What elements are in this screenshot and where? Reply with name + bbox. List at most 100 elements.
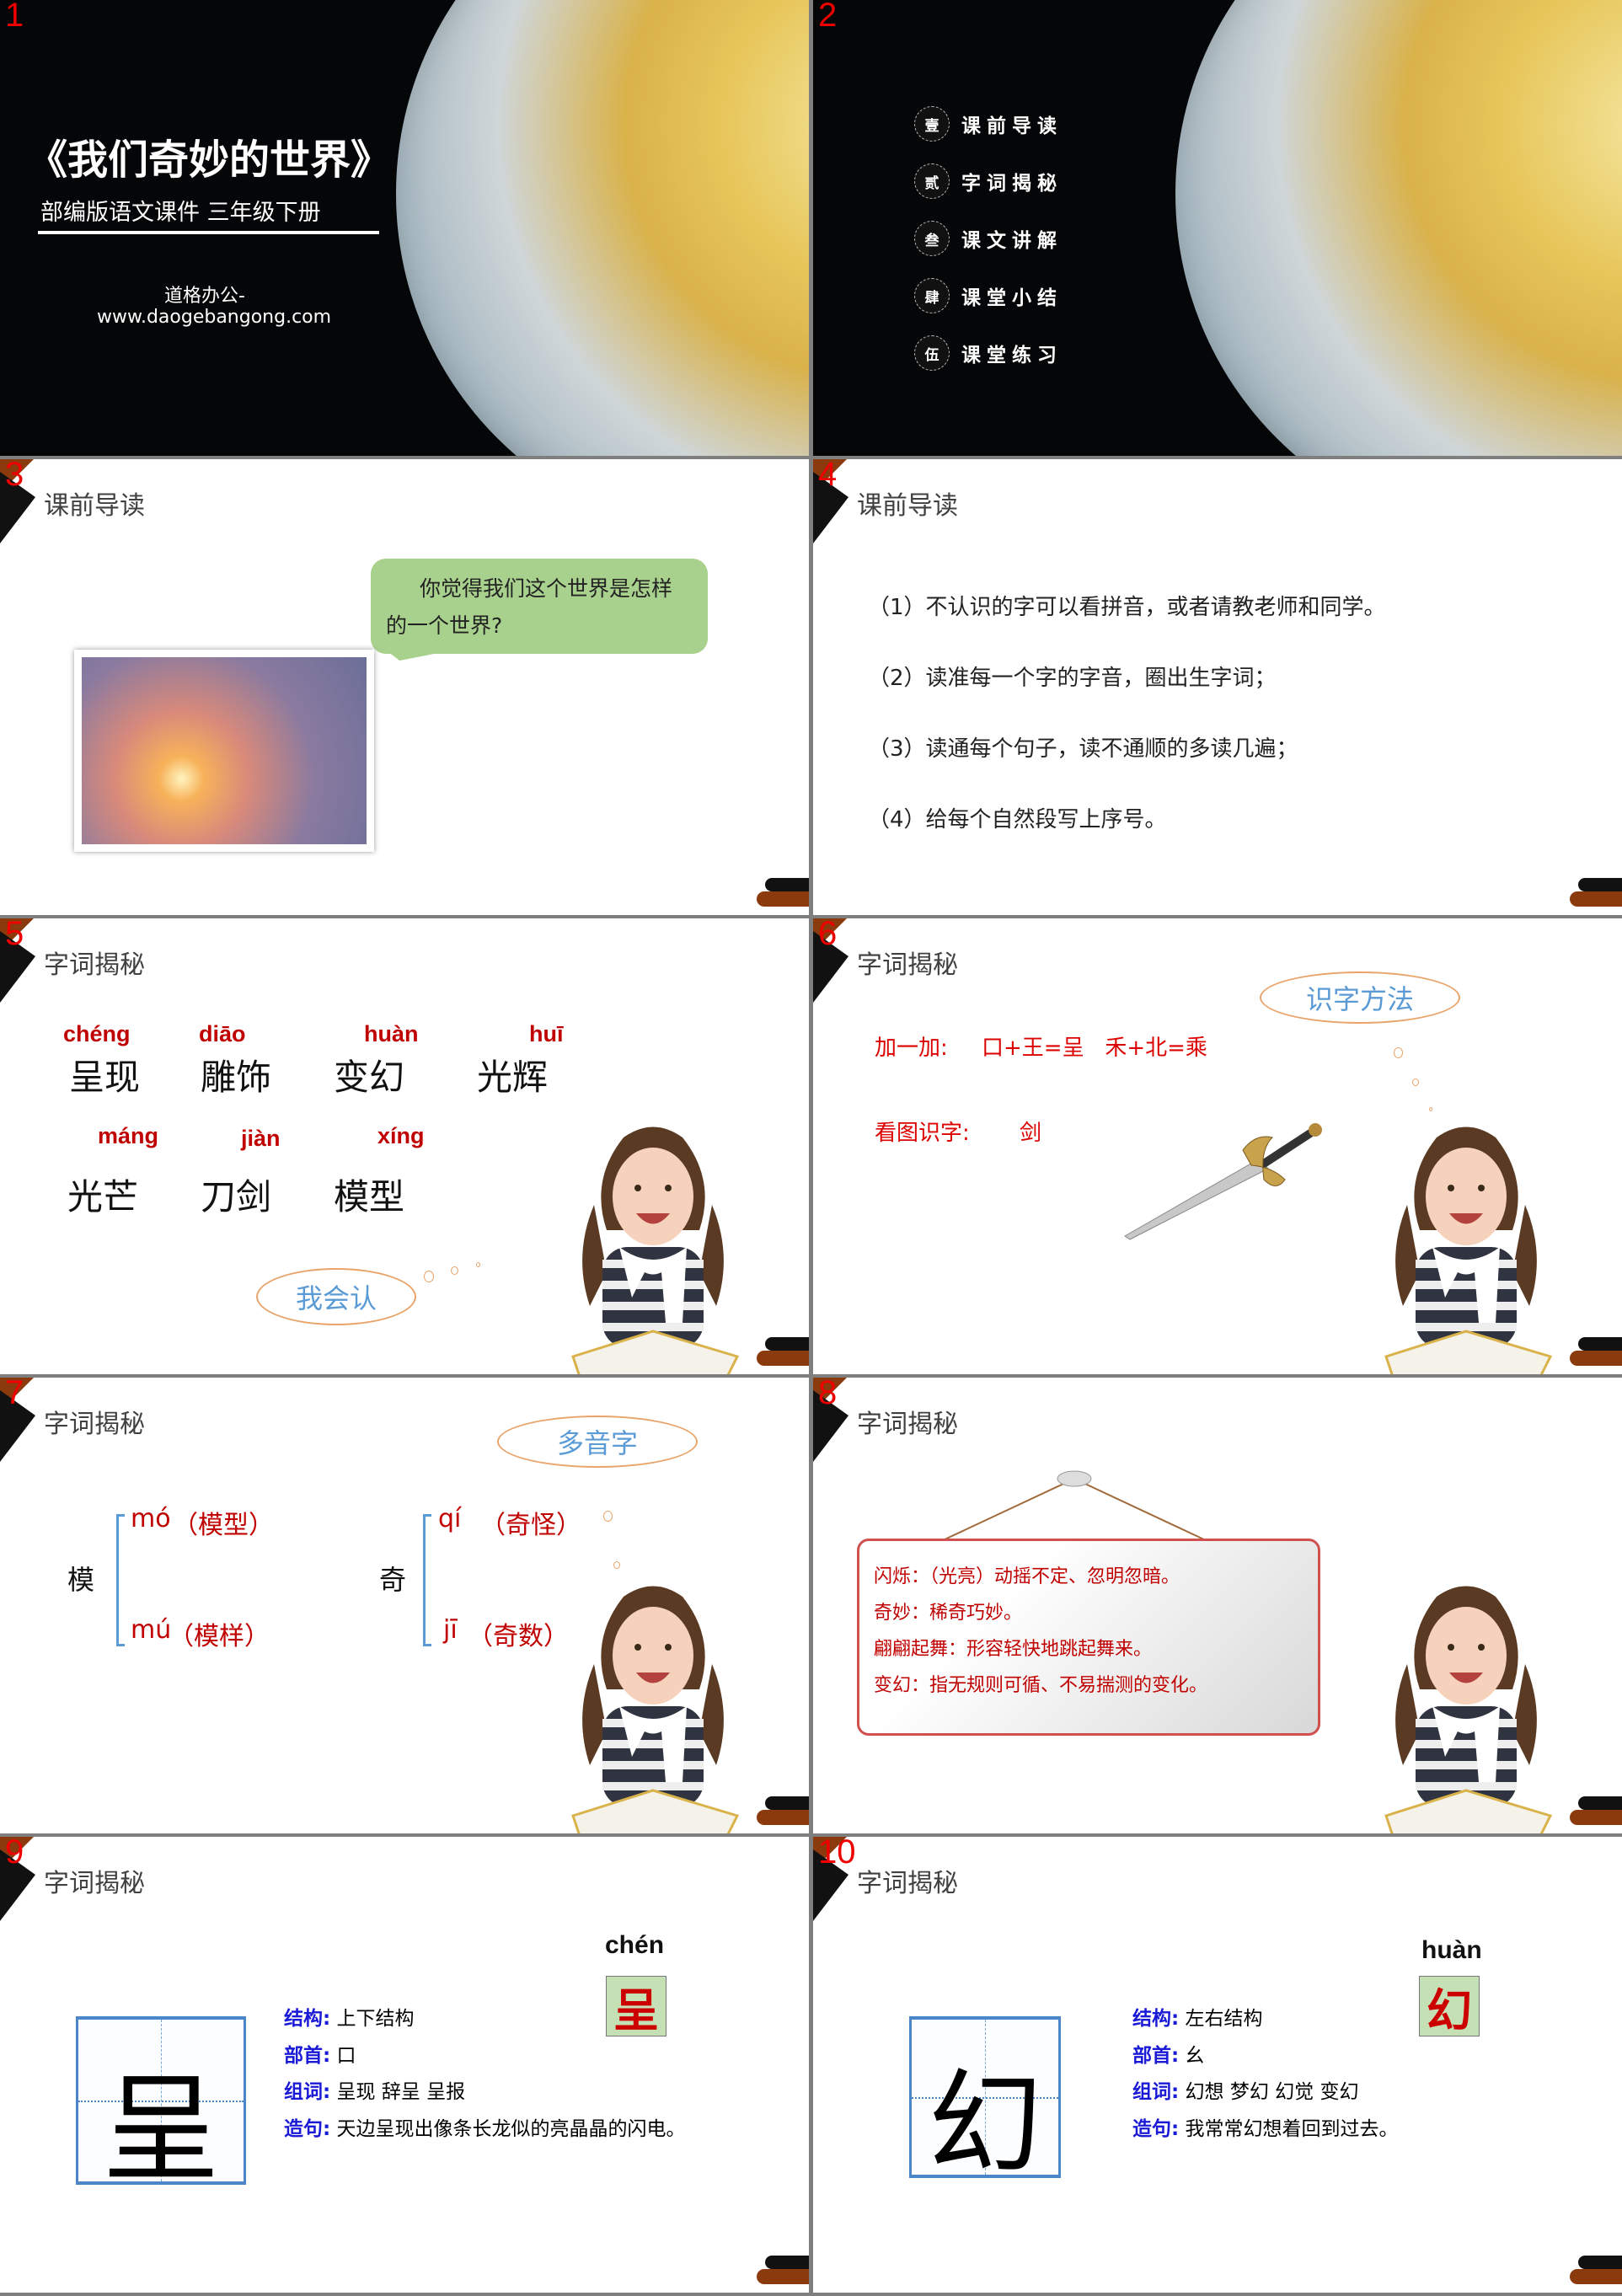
corner-tab: [765, 2256, 809, 2269]
slide-1-thumbnail[interactable]: 1 《我们奇妙的世界》 部编版语文课件 三年级下册 道格办公- www.daog…: [0, 0, 809, 456]
info-row: 部首: 幺: [1132, 2045, 1205, 2067]
large-character: 呈: [101, 2062, 220, 2199]
slide-number: 4: [818, 459, 838, 493]
word-hanzi: 光辉: [477, 1057, 549, 1098]
word-hanzi: 变幻: [334, 1057, 405, 1098]
corner-tab: [757, 891, 809, 907]
subtitle-underline: [38, 231, 379, 234]
bracket: [423, 1514, 431, 1646]
slide-number: 5: [5, 918, 24, 952]
slide-number: 9: [5, 1837, 24, 1871]
instruction-item: （1）不认识的字可以看拼音，或者请教老师和同学。: [868, 595, 1386, 620]
corner-tab: [765, 1337, 809, 1351]
polyphone-char: 奇: [379, 1564, 407, 1596]
large-character: 幻: [928, 2058, 1042, 2192]
slide-subtitle: 部编版语文课件 三年级下册: [40, 200, 321, 226]
definition-line: 闪烁：（光亮）动摇不定、忽明忽暗。: [874, 1566, 1180, 1587]
brand-text: 道格办公-: [164, 286, 245, 307]
slide-title: 字词揭秘: [857, 950, 958, 980]
add-method-label: 加一加:: [875, 1036, 948, 1061]
word-hanzi: 模型: [334, 1176, 405, 1218]
bracket: [116, 1514, 125, 1646]
reading-word: （模样）: [169, 1622, 270, 1651]
corner-tab: [757, 1351, 809, 1366]
corner-tab: [1578, 2256, 1622, 2269]
info-row: 组词: 呈现 辞呈 呈报: [284, 2081, 466, 2103]
slide-10-thumbnail[interactable]: 10 字词揭秘 幻 huàn 幻 结构: 左右结构 部首: 幺 组词: 幻想 梦…: [813, 1837, 1622, 2293]
globe-image: [1175, 0, 1622, 456]
slide-number: 7: [5, 1378, 24, 1411]
slide-9-thumbnail[interactable]: 9 字词揭秘 呈 chén 呈 结构: 上下结构 部首: 口 组词: 呈现 辞呈…: [0, 1837, 809, 2293]
corner-tab: [1570, 1810, 1622, 1825]
slide-6-thumbnail[interactable]: 6 字词揭秘 识字方法 加一加: 口+王=呈 禾+北=乘 看图识字: 剑: [813, 918, 1622, 1374]
brand-url: www.daogebangong.com: [97, 307, 332, 328]
menu-badge: 肆: [914, 278, 950, 313]
slide-number: 3: [5, 459, 24, 493]
reading-pinyin: mú: [131, 1615, 172, 1645]
slide-3-thumbnail[interactable]: 3 课前导读 你觉得我们这个世界是怎样的一个世界?: [0, 459, 809, 915]
polyphone-char: 模: [67, 1564, 95, 1596]
word-pinyin: huàn: [364, 1021, 419, 1046]
instruction-item: （3）读通每个句子，读不通顺的多读几遍；: [868, 736, 1298, 762]
menu-item-5[interactable]: 伍课堂练习: [914, 335, 1063, 371]
slide-title: 字词揭秘: [44, 1410, 145, 1439]
slide-2-thumbnail[interactable]: 2 壹课前导读 贰字词揭秘 叁课文讲解 肆课堂小结 伍课堂练习: [813, 0, 1622, 456]
menu-item-1[interactable]: 壹课前导读: [914, 106, 1063, 142]
definition-line: 奇妙：稀奇巧妙。: [874, 1603, 1023, 1624]
thought-bubble: [424, 1271, 434, 1282]
corner-tab: [1578, 1796, 1622, 1810]
reading-word: （奇数）: [468, 1622, 569, 1651]
menu-label: 课堂小结: [961, 287, 1063, 309]
slide-number: 1: [5, 0, 24, 34]
picture-method-char: 剑: [1020, 1121, 1042, 1146]
thought-cloud: 多音字: [497, 1416, 698, 1468]
menu-item-2[interactable]: 贰字词揭秘: [914, 163, 1063, 199]
slide-title: 字词揭秘: [857, 1410, 958, 1439]
word-hanzi: 呈现: [69, 1057, 141, 1098]
menu-item-3[interactable]: 叁课文讲解: [914, 221, 1063, 256]
slide-title: 字词揭秘: [44, 950, 145, 980]
word-hanzi: 刀剑: [201, 1176, 272, 1218]
add-method-formula: 口+王=呈 禾+北=乘: [982, 1036, 1207, 1061]
menu-item-4[interactable]: 肆课堂小结: [914, 278, 1063, 313]
instruction-item: （2）读准每一个字的字音，圈出生字词；: [868, 666, 1277, 691]
thought-bubble: [476, 1262, 480, 1267]
hanging-string: [940, 1470, 1208, 1542]
menu-badge: 贰: [914, 163, 950, 199]
girl-reading-image: [556, 1104, 750, 1374]
thought-bubble: [451, 1266, 458, 1275]
thought-bubble: [1394, 1047, 1403, 1058]
reading-pinyin: jī: [443, 1615, 458, 1645]
stroke-order-box: 幻: [1419, 1976, 1480, 2037]
sunset-photo: [82, 657, 367, 844]
word-pinyin: chéng: [63, 1021, 131, 1046]
corner-tab: [765, 878, 809, 891]
corner-tab: [757, 2269, 809, 2284]
slide-title: 字词揭秘: [857, 1869, 958, 1898]
reading-pinyin: qí: [438, 1504, 462, 1533]
thought-cloud: 我会认: [256, 1268, 416, 1325]
definition-line: 变幻：指无规则可循、不易揣测的变化。: [874, 1675, 1208, 1696]
word-hanzi: 雕饰: [201, 1057, 272, 1098]
slide-5-thumbnail[interactable]: 5 字词揭秘 chéng 呈现 diāo 雕饰 huàn 变幻 huī 光辉 m…: [0, 918, 809, 1374]
stroke-order-box: 呈: [606, 1976, 666, 2037]
girl-reading-image: [1369, 1104, 1563, 1374]
corner-tab: [1570, 2269, 1622, 2284]
info-row: 结构: 上下结构: [284, 2008, 415, 2030]
cloud-text: 我会认: [295, 1282, 377, 1314]
girl-reading-image: [1369, 1563, 1563, 1833]
sunset-photo-frame: [74, 650, 374, 852]
slide-title: 课前导读: [44, 491, 145, 521]
slide-7-thumbnail[interactable]: 7 字词揭秘 多音字 模 mó （模型） mú （模样） 奇 qí （奇怪） j…: [0, 1378, 809, 1833]
slide-number: 2: [818, 0, 838, 34]
globe-image: [396, 0, 809, 456]
menu-badge: 壹: [914, 106, 950, 142]
slide-title: 课前导读: [857, 491, 958, 521]
slide-8-thumbnail[interactable]: 8 字词揭秘 闪烁：（光亮）动摇不定、忽明忽暗。 奇妙：稀奇巧妙。 翩翩起舞：形…: [813, 1378, 1622, 1833]
slide-title: 字词揭秘: [44, 1869, 145, 1898]
thought-bubble: [603, 1511, 613, 1522]
menu-badge: 叁: [914, 221, 950, 256]
slide-4-thumbnail[interactable]: 4 课前导读 （1）不认识的字可以看拼音，或者请教老师和同学。 （2）读准每一个…: [813, 459, 1622, 915]
menu-label: 字词揭秘: [961, 173, 1063, 195]
speech-bubble: 你觉得我们这个世界是怎样的一个世界?: [371, 559, 708, 654]
